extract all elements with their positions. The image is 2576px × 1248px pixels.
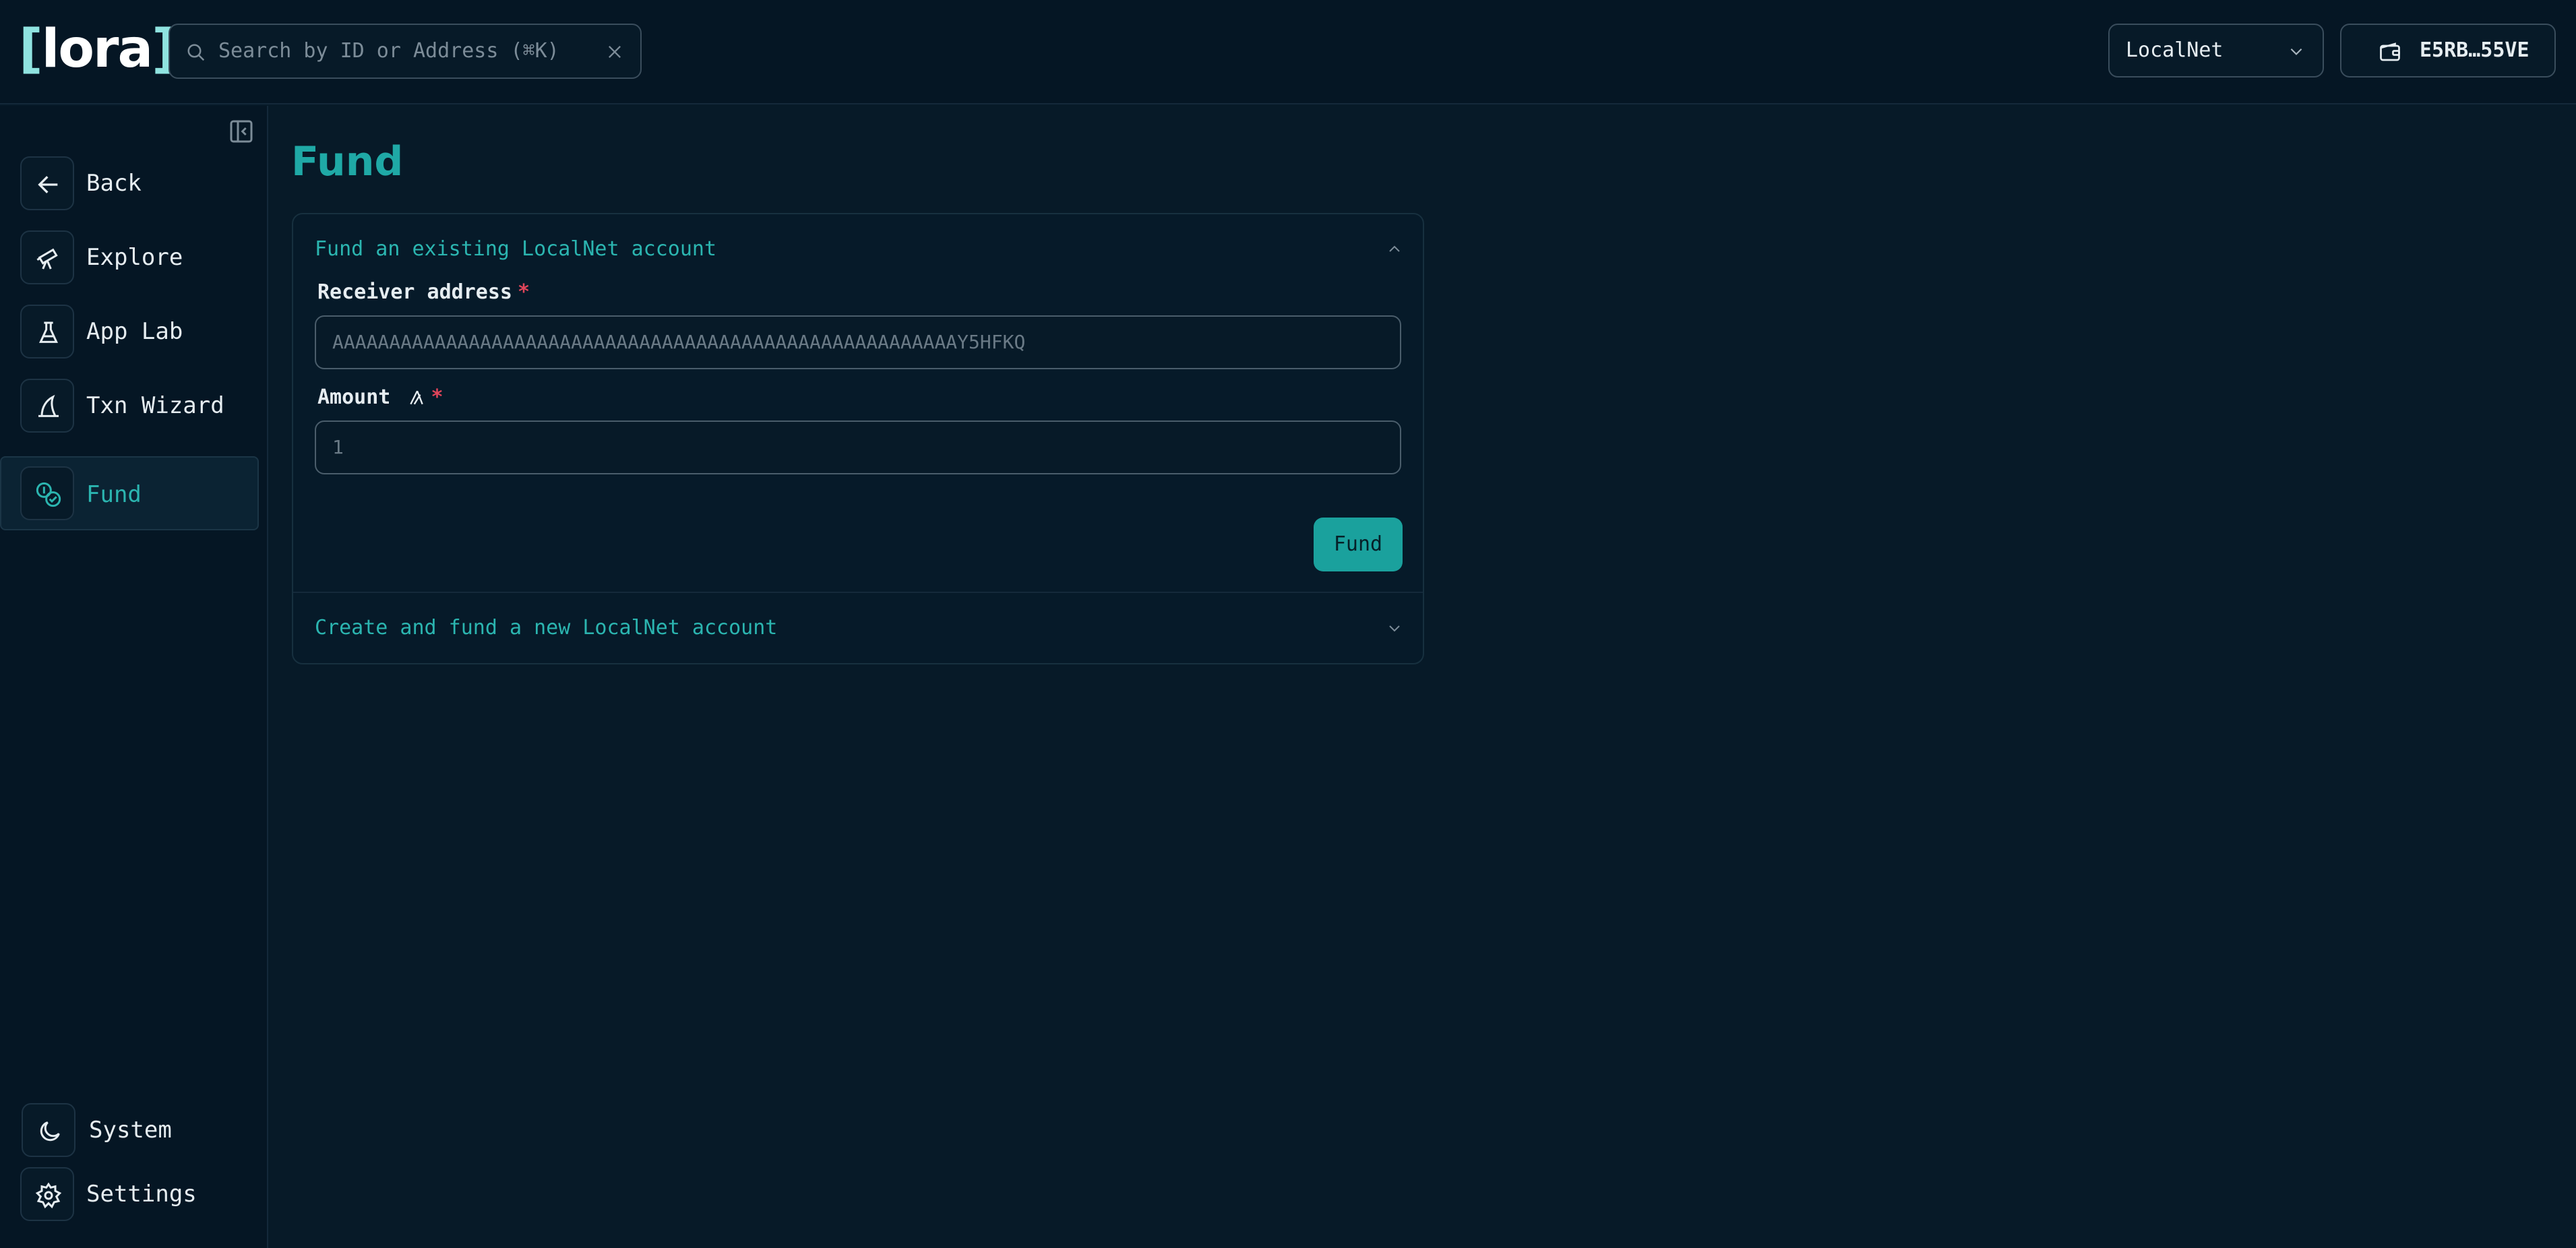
sidebar-item-explore[interactable]: Explore bbox=[0, 220, 259, 294]
wallet-address: E5RB…55VE bbox=[2420, 38, 2529, 62]
chevron-down-icon bbox=[2290, 48, 2302, 55]
fund-button[interactable]: Fund bbox=[1314, 518, 1403, 571]
sidebar-item-label: Back bbox=[86, 170, 142, 197]
sidebar: Back Explore App Lab Txn Wizard Fund Sys… bbox=[0, 106, 268, 1248]
explore-icon-box bbox=[20, 230, 74, 284]
arrow-left-icon bbox=[38, 176, 58, 193]
moon-icon bbox=[40, 1121, 60, 1142]
accordion-create-header[interactable]: Create and fund a new LocalNet account bbox=[293, 593, 1423, 663]
sidebar-item-fund[interactable]: Fund bbox=[0, 456, 259, 530]
lora-logo[interactable]: [lora] bbox=[19, 19, 176, 80]
sidebar-item-label: Txn Wizard bbox=[86, 392, 224, 419]
fund-icon-box bbox=[20, 466, 74, 520]
network-select[interactable]: LocalNet bbox=[2108, 24, 2324, 77]
back-icon-box bbox=[20, 156, 74, 210]
wizard-hat-icon bbox=[38, 394, 59, 417]
system-icon-box bbox=[22, 1103, 75, 1157]
flask-icon bbox=[39, 321, 58, 343]
accordion-existing-header[interactable]: Fund an existing LocalNet account bbox=[293, 214, 1423, 284]
search-icon bbox=[187, 44, 205, 61]
search-box[interactable]: Search by ID or Address (⌘K) bbox=[168, 24, 642, 79]
sidebar-item-label: Settings bbox=[86, 1181, 197, 1208]
receiver-address-label: Receiver address * bbox=[317, 280, 530, 304]
wallet-button[interactable]: E5RB…55VE bbox=[2340, 24, 2556, 77]
coins-icon bbox=[36, 482, 61, 507]
algo-icon bbox=[410, 390, 424, 405]
txn-wizard-icon-box bbox=[20, 379, 74, 433]
telescope-icon bbox=[36, 248, 58, 270]
sidebar-item-settings[interactable]: Settings bbox=[0, 1160, 259, 1228]
sidebar-item-app-lab[interactable]: App Lab bbox=[0, 294, 259, 369]
required-mark: * bbox=[517, 280, 530, 304]
wallet-icon bbox=[2380, 42, 2400, 61]
sidebar-collapse-icon[interactable] bbox=[228, 118, 255, 145]
search-input[interactable]: Search by ID or Address (⌘K) bbox=[218, 25, 559, 77]
receiver-address-input[interactable]: AAAAAAAAAAAAAAAAAAAAAAAAAAAAAAAAAAAAAAAA… bbox=[315, 315, 1401, 369]
gear-icon bbox=[35, 1182, 62, 1209]
sidebar-item-label: Fund bbox=[86, 481, 142, 508]
sidebar-item-back[interactable]: Back bbox=[0, 146, 259, 220]
clear-icon[interactable] bbox=[605, 42, 624, 61]
required-mark: * bbox=[431, 385, 443, 409]
amount-placeholder: 1 bbox=[332, 436, 344, 458]
chevron-up-icon bbox=[1389, 245, 1400, 252]
accordion-existing-title: Fund an existing LocalNet account bbox=[315, 237, 717, 261]
sidebar-item-label: System bbox=[89, 1117, 172, 1144]
receiver-address-placeholder: AAAAAAAAAAAAAAAAAAAAAAAAAAAAAAAAAAAAAAAA… bbox=[332, 331, 1026, 353]
amount-input[interactable]: 1 bbox=[315, 420, 1401, 474]
fund-accordion: Fund an existing LocalNet account Receiv… bbox=[292, 213, 1424, 664]
sidebar-item-label: App Lab bbox=[86, 318, 183, 345]
network-value: LocalNet bbox=[2126, 38, 2224, 62]
chevron-down-icon bbox=[1389, 625, 1400, 632]
page-title: Fund bbox=[291, 138, 404, 185]
sidebar-item-txn-wizard[interactable]: Txn Wizard bbox=[0, 369, 259, 443]
settings-icon-box bbox=[20, 1167, 74, 1221]
sidebar-item-label: Explore bbox=[86, 244, 183, 271]
amount-label: Amount * bbox=[317, 385, 443, 409]
top-header: [lora] Search by ID or Address (⌘K) Loca… bbox=[0, 0, 2576, 104]
app-lab-icon-box bbox=[20, 305, 74, 358]
accordion-create-title: Create and fund a new LocalNet account bbox=[315, 616, 778, 639]
sidebar-item-system[interactable]: System bbox=[0, 1096, 259, 1164]
